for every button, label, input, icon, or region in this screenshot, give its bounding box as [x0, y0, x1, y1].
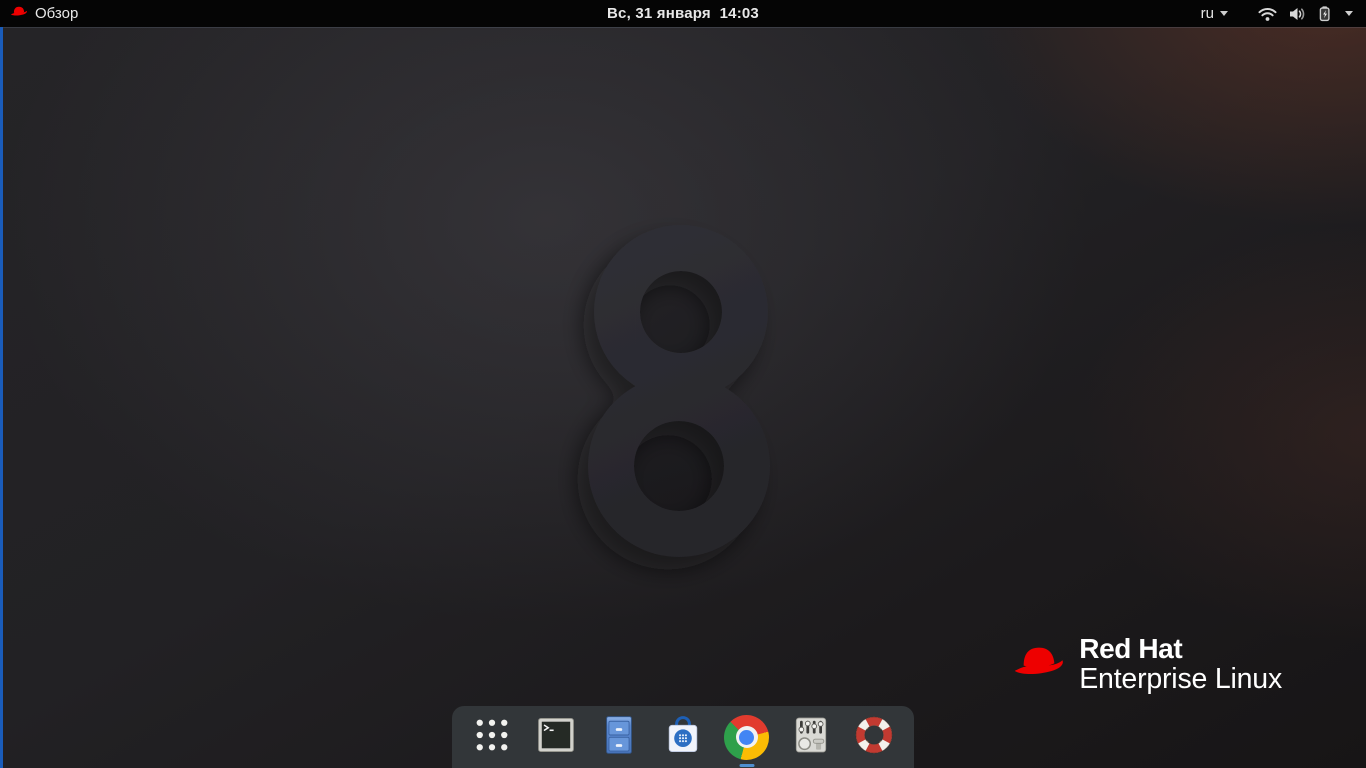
battery-charging-icon — [1317, 5, 1334, 22]
files-icon — [597, 713, 641, 762]
help-lifering-icon — [852, 713, 896, 762]
dock-item-files[interactable] — [595, 713, 643, 761]
chrome-icon — [724, 715, 769, 760]
language-label: ru — [1201, 5, 1214, 22]
overview-label: Обзор — [35, 0, 78, 27]
top-bar: Обзор Вс, 31 января 14:03 ru — [0, 0, 1366, 27]
language-selector[interactable]: ru — [1201, 5, 1228, 22]
app-grid-icon — [471, 714, 513, 761]
activities-button[interactable]: Обзор — [0, 0, 88, 27]
software-icon — [661, 713, 705, 762]
dock-item-terminal[interactable] — [532, 713, 580, 761]
dock-item-tweaks[interactable] — [787, 713, 835, 761]
tweaks-icon — [789, 713, 833, 762]
terminal-icon — [534, 713, 578, 762]
dock-item-software[interactable] — [659, 713, 707, 761]
dropdown-caret-icon — [1220, 11, 1228, 16]
clock[interactable]: Вс, 31 января 14:03 — [607, 5, 759, 22]
redhat-logo-icon — [1012, 643, 1066, 686]
volume-icon — [1288, 6, 1306, 22]
dock-item-app-grid[interactable] — [468, 713, 516, 761]
brand-text: Red Hat Enterprise Linux — [1079, 634, 1282, 694]
system-caret-icon — [1345, 11, 1353, 16]
brand-line1: Red Hat — [1079, 634, 1282, 664]
dock-item-chrome[interactable] — [723, 713, 771, 761]
system-icons[interactable] — [1258, 5, 1353, 22]
desktop-top-highlight — [0, 27, 1366, 28]
wallpaper-numeral-8 — [545, 202, 825, 602]
dock — [452, 706, 914, 768]
wifi-icon — [1258, 6, 1277, 22]
dock-item-help[interactable] — [850, 713, 898, 761]
running-indicator — [739, 764, 754, 767]
rhel-brand: Red Hat Enterprise Linux — [1012, 634, 1282, 694]
redhat-fedora-icon — [10, 5, 28, 23]
brand-line2: Enterprise Linux — [1079, 664, 1282, 694]
left-edge-accent — [0, 27, 3, 768]
system-status-area[interactable]: ru — [1201, 0, 1366, 27]
desktop: Red Hat Enterprise Linux — [0, 27, 1366, 768]
